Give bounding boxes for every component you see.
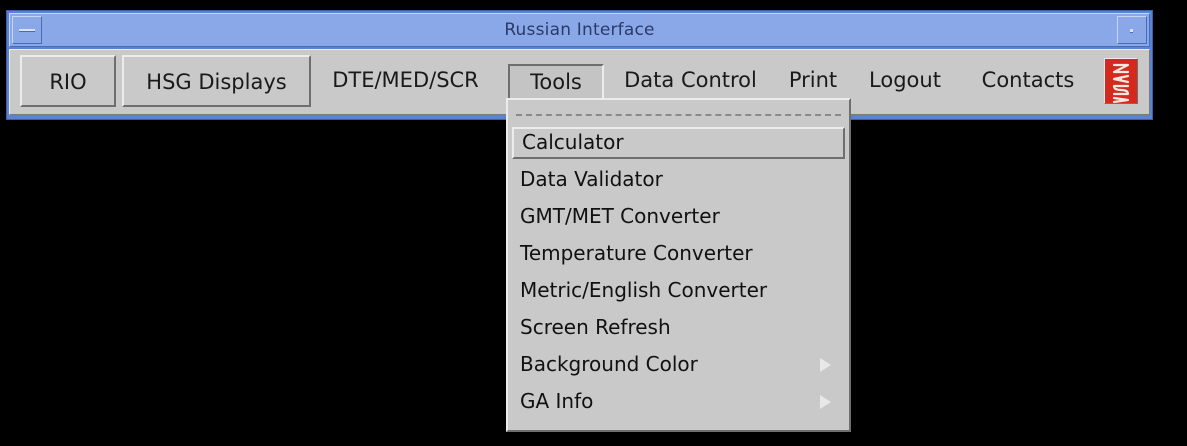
menu-item-calculator[interactable]: Calculator	[512, 127, 845, 159]
menu-item-metric-english-converter[interactable]: Metric/English Converter	[512, 275, 845, 307]
minimize-button[interactable]	[1117, 16, 1147, 44]
title-bar[interactable]: Russian Interface	[9, 13, 1150, 47]
menu-item-gmt-met-converter[interactable]: GMT/MET Converter	[512, 201, 845, 233]
menu-item-ga-info[interactable]: GA Info	[512, 386, 845, 418]
minimize-icon	[1130, 29, 1133, 33]
menu-item-label: GA Info	[520, 389, 594, 413]
tools-dropdown-menu: Calculator Data Validator GMT/MET Conver…	[506, 98, 851, 432]
menu-logout[interactable]: Logout	[858, 55, 952, 107]
menu-item-label: Data Validator	[520, 167, 663, 191]
tearoff-line[interactable]	[516, 114, 841, 116]
submenu-arrow-icon	[820, 395, 831, 409]
nasa-logo	[1104, 58, 1138, 104]
window-title: Russian Interface	[504, 20, 655, 40]
menu-hsg-displays[interactable]: HSG Displays	[122, 55, 311, 107]
nasa-worm-logo-icon	[1105, 59, 1137, 103]
menu-item-screen-refresh[interactable]: Screen Refresh	[512, 312, 845, 344]
menu-item-temperature-converter[interactable]: Temperature Converter	[512, 238, 845, 270]
menu-contacts[interactable]: Contacts	[958, 55, 1098, 107]
screen: Russian Interface RIO HSG Displays DTE/M…	[0, 0, 1187, 446]
menu-item-label: Temperature Converter	[520, 241, 753, 265]
menu-tools[interactable]: Tools	[508, 64, 604, 100]
menu-item-background-color[interactable]: Background Color	[512, 349, 845, 381]
menu-item-label: Screen Refresh	[520, 315, 671, 339]
menu-rio[interactable]: RIO	[20, 55, 116, 107]
menu-item-label: Calculator	[522, 130, 624, 154]
submenu-arrow-icon	[820, 358, 831, 372]
menu-item-label: Metric/English Converter	[520, 278, 768, 302]
menu-item-label: GMT/MET Converter	[520, 204, 720, 228]
menu-item-label: Background Color	[520, 352, 698, 376]
menu-dte-med-scr[interactable]: DTE/MED/SCR	[313, 55, 498, 107]
menu-item-data-validator[interactable]: Data Validator	[512, 164, 845, 196]
